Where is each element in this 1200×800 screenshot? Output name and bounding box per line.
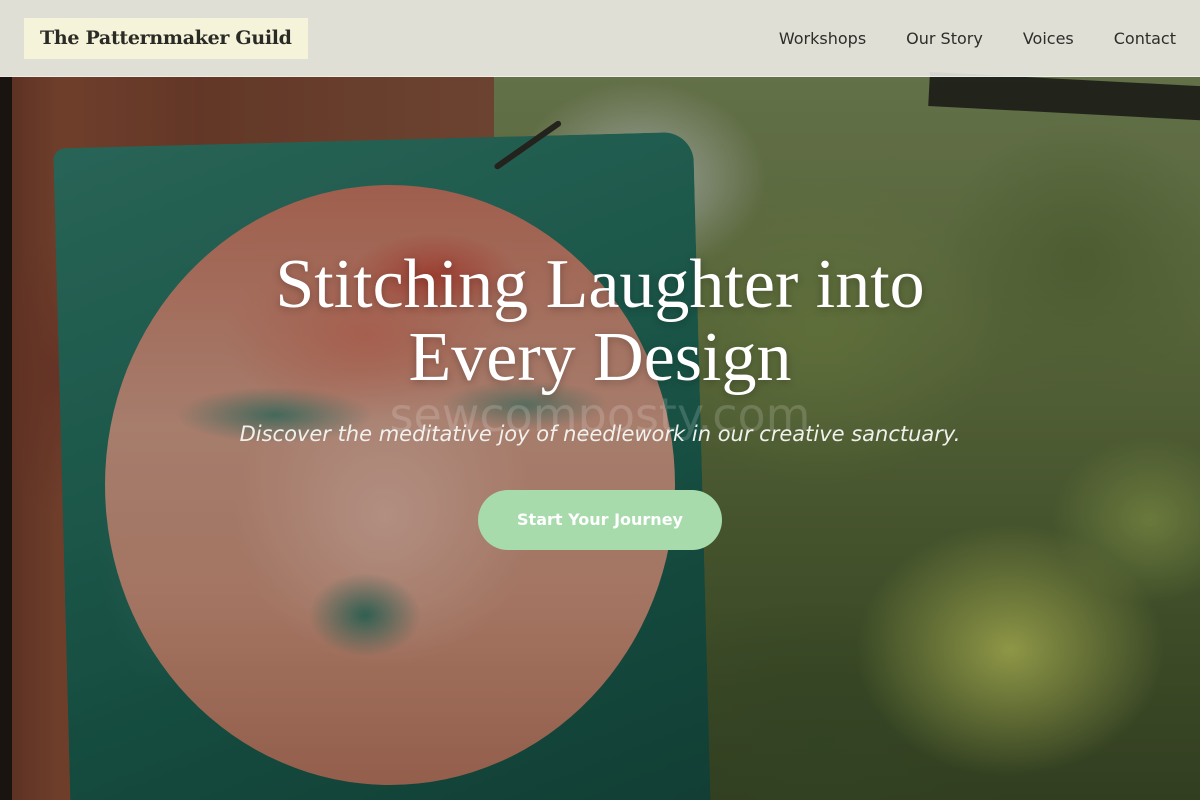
hero-content: sewcomposty.com Stitching Laughter into …	[0, 248, 1200, 550]
hero-subtitle: Discover the meditative joy of needlewor…	[239, 422, 961, 446]
nav-link-workshops[interactable]: Workshops	[779, 29, 866, 48]
hero-section: The Patternmaker Guild Workshops Our Sto…	[0, 0, 1200, 800]
main-nav: Workshops Our Story Voices Contact	[779, 29, 1176, 48]
hero-title-line-2: Every Design	[408, 319, 792, 396]
nav-link-voices[interactable]: Voices	[1023, 29, 1074, 48]
nav-link-contact[interactable]: Contact	[1114, 29, 1176, 48]
start-journey-button[interactable]: Start Your Journey	[478, 490, 722, 550]
site-header: The Patternmaker Guild Workshops Our Sto…	[0, 0, 1200, 77]
nav-link-our-story[interactable]: Our Story	[906, 29, 983, 48]
hero-title-line-1: Stitching Laughter into	[275, 246, 925, 323]
hero-title: Stitching Laughter into Every Design	[0, 248, 1200, 394]
site-logo[interactable]: The Patternmaker Guild	[24, 17, 308, 59]
